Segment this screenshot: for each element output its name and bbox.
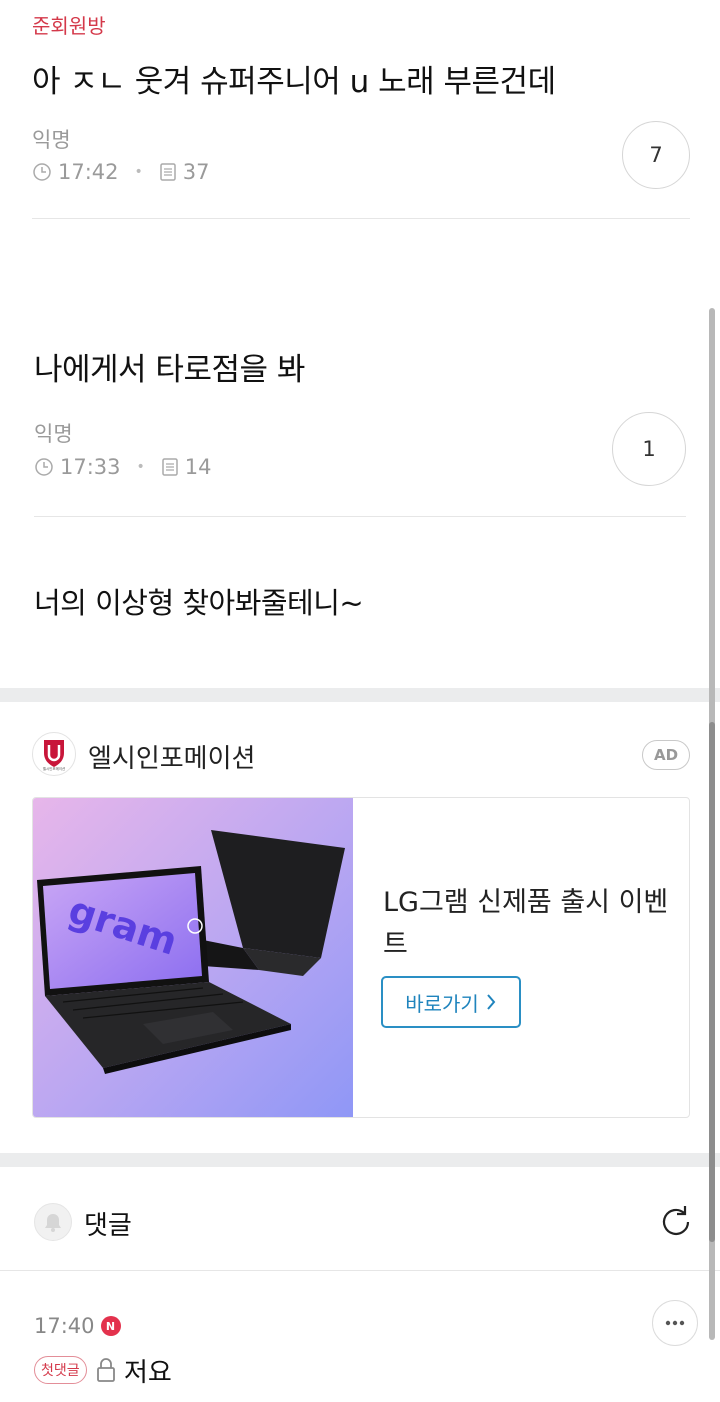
new-badge: N [100, 1316, 121, 1336]
comment-count-badge[interactable]: 1 [612, 412, 686, 486]
separator-dot: • [136, 459, 145, 475]
views-icon [162, 458, 178, 476]
ad-badge: AD [642, 740, 690, 770]
comments-header: 댓글 [84, 1211, 132, 1241]
separator-dot: • [134, 164, 143, 180]
comment-meta: 17:40 N [34, 1314, 121, 1338]
post-time: 17:33 [60, 455, 121, 479]
post-title[interactable]: 나에게서 타로점을 봐 [34, 344, 305, 389]
scrollbar-thumb[interactable] [709, 722, 715, 1242]
ad-cta-button[interactable]: 바로가기 [381, 976, 521, 1028]
comment-text: 저요 [124, 1358, 172, 1388]
clock-icon [35, 458, 53, 476]
divider [0, 1270, 720, 1271]
laptop-illustration: gram [37, 830, 345, 1074]
divider [32, 218, 690, 219]
post-author: 익명 [32, 128, 71, 152]
ad-cta-label: 바로가기 [405, 991, 479, 1016]
notification-toggle[interactable] [34, 1203, 72, 1241]
ad-card[interactable]: gram LG그램 신제품 출시 이벤트 바로가기 [32, 797, 690, 1118]
post-views: 14 [184, 455, 212, 479]
refresh-icon[interactable] [656, 1202, 696, 1242]
section-separator [0, 688, 720, 702]
comment-time: 17:40 [34, 1314, 95, 1338]
advertiser-name[interactable]: 엘시인포메이션 [88, 738, 255, 775]
post-body: 너의 이상형 찾아봐줄테니~ [34, 586, 364, 620]
chevron-right-icon [487, 994, 496, 1010]
post-time: 17:42 [58, 160, 119, 184]
first-comment-badge: 첫댓글 [34, 1356, 87, 1384]
more-icon [665, 1320, 685, 1326]
section-separator [0, 1153, 720, 1167]
post-title[interactable]: 아 ㅈㄴ 웃겨 슈퍼주니어 u 노래 부른건데 [32, 56, 556, 101]
clock-icon [33, 163, 51, 181]
views-icon [160, 163, 176, 181]
board-name[interactable]: 준회원방 [32, 10, 106, 39]
advertiser-logo[interactable]: 엘시인포메이션 [32, 732, 76, 776]
ad-headline[interactable]: LG그램 신제품 출시 이벤트 [383, 882, 673, 966]
post-meta: 17:33 • 14 [34, 455, 212, 479]
bell-icon [45, 1214, 61, 1232]
ad-image[interactable]: gram [33, 798, 353, 1117]
post-views: 37 [182, 160, 210, 184]
shield-logo-icon: 엘시인포메이션 [43, 740, 66, 771]
logo-caption: 엘시인포메이션 [43, 766, 66, 771]
lock-icon [97, 1358, 115, 1382]
post-meta: 17:42 • 37 [32, 160, 210, 184]
comment-count-badge[interactable]: 7 [622, 121, 690, 189]
divider [34, 516, 686, 517]
more-options-button[interactable] [652, 1300, 698, 1346]
post-author: 익명 [34, 422, 73, 446]
